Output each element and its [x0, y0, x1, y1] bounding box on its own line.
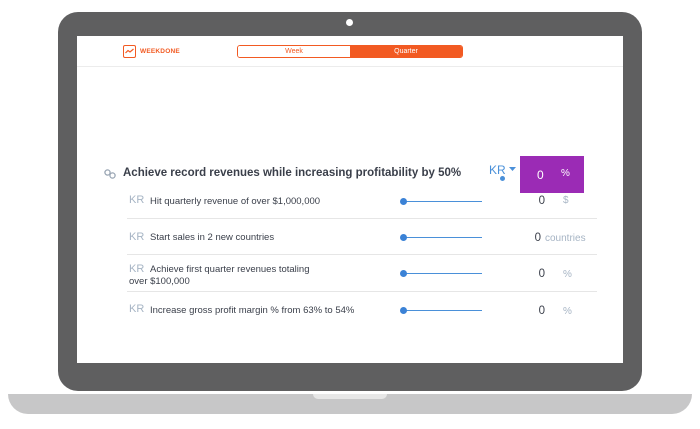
progress-slider-track[interactable]	[404, 201, 482, 202]
key-result-row[interactable]: KR Hit quarterly revenue of over $1,000,…	[127, 188, 597, 219]
kr-tag: KR	[129, 194, 145, 206]
kr-unit: %	[563, 306, 572, 317]
laptop-camera	[346, 19, 353, 26]
progress-slider-track[interactable]	[404, 237, 482, 238]
logo-text: WEEKDONE	[140, 48, 180, 55]
kr-dropdown[interactable]: KR	[489, 163, 517, 177]
progress-slider-knob[interactable]	[400, 307, 407, 314]
toggle-week[interactable]: Week	[238, 46, 350, 57]
caret-down-icon	[509, 167, 517, 171]
kr-unit: $	[563, 195, 569, 206]
objective-score-unit: %	[561, 168, 570, 179]
laptop-base-notch	[313, 394, 387, 399]
period-toggle: Week Quarter	[237, 45, 463, 58]
kr-text: Start sales in 2 new countries	[150, 232, 275, 243]
progress-slider-knob[interactable]	[400, 198, 407, 205]
kr-text-line-1: Achieve first quarter revenues totaling	[150, 264, 310, 275]
kr-value[interactable]: 0	[537, 268, 545, 280]
key-result-row[interactable]: KR Start sales in 2 new countries 0 coun…	[127, 219, 597, 255]
kr-text: Hit quarterly revenue of over $1,000,000	[150, 196, 321, 207]
kr-tag: KR	[129, 303, 145, 315]
link-icon	[104, 166, 116, 184]
objective-title: Achieve record revenues while increasing…	[123, 167, 462, 179]
kr-value[interactable]: 0	[537, 305, 545, 317]
kr-text-line-2: over $100,000	[129, 276, 190, 287]
toggle-quarter[interactable]: Quarter	[350, 46, 462, 57]
kr-indicator-dot	[500, 176, 505, 181]
objective-score-value: 0	[537, 168, 544, 182]
kr-tag: KR	[129, 231, 145, 243]
kr-text: Increase gross profit margin % from 63% …	[150, 305, 355, 316]
chart-line-icon	[123, 45, 136, 58]
key-result-row[interactable]: KR Increase gross profit margin % from 6…	[127, 292, 597, 328]
kr-dropdown-label: KR	[489, 163, 506, 177]
top-bar: WEEKDONE Week Quarter	[77, 36, 623, 67]
progress-slider-knob[interactable]	[400, 234, 407, 241]
weekdone-logo[interactable]: WEEKDONE	[123, 44, 180, 59]
kr-value[interactable]: 0	[533, 232, 541, 244]
kr-unit: %	[563, 269, 572, 280]
progress-slider-track[interactable]	[404, 273, 482, 274]
key-result-row[interactable]: KR Achieve first quarter revenues totali…	[127, 255, 597, 292]
progress-slider-knob[interactable]	[400, 270, 407, 277]
app-screen: WEEKDONE Week Quarter Achieve record rev…	[77, 36, 623, 363]
kr-unit: countries	[545, 233, 586, 244]
kr-value[interactable]: 0	[537, 195, 545, 207]
kr-tag: KR	[129, 263, 145, 275]
progress-slider-track[interactable]	[404, 310, 482, 311]
